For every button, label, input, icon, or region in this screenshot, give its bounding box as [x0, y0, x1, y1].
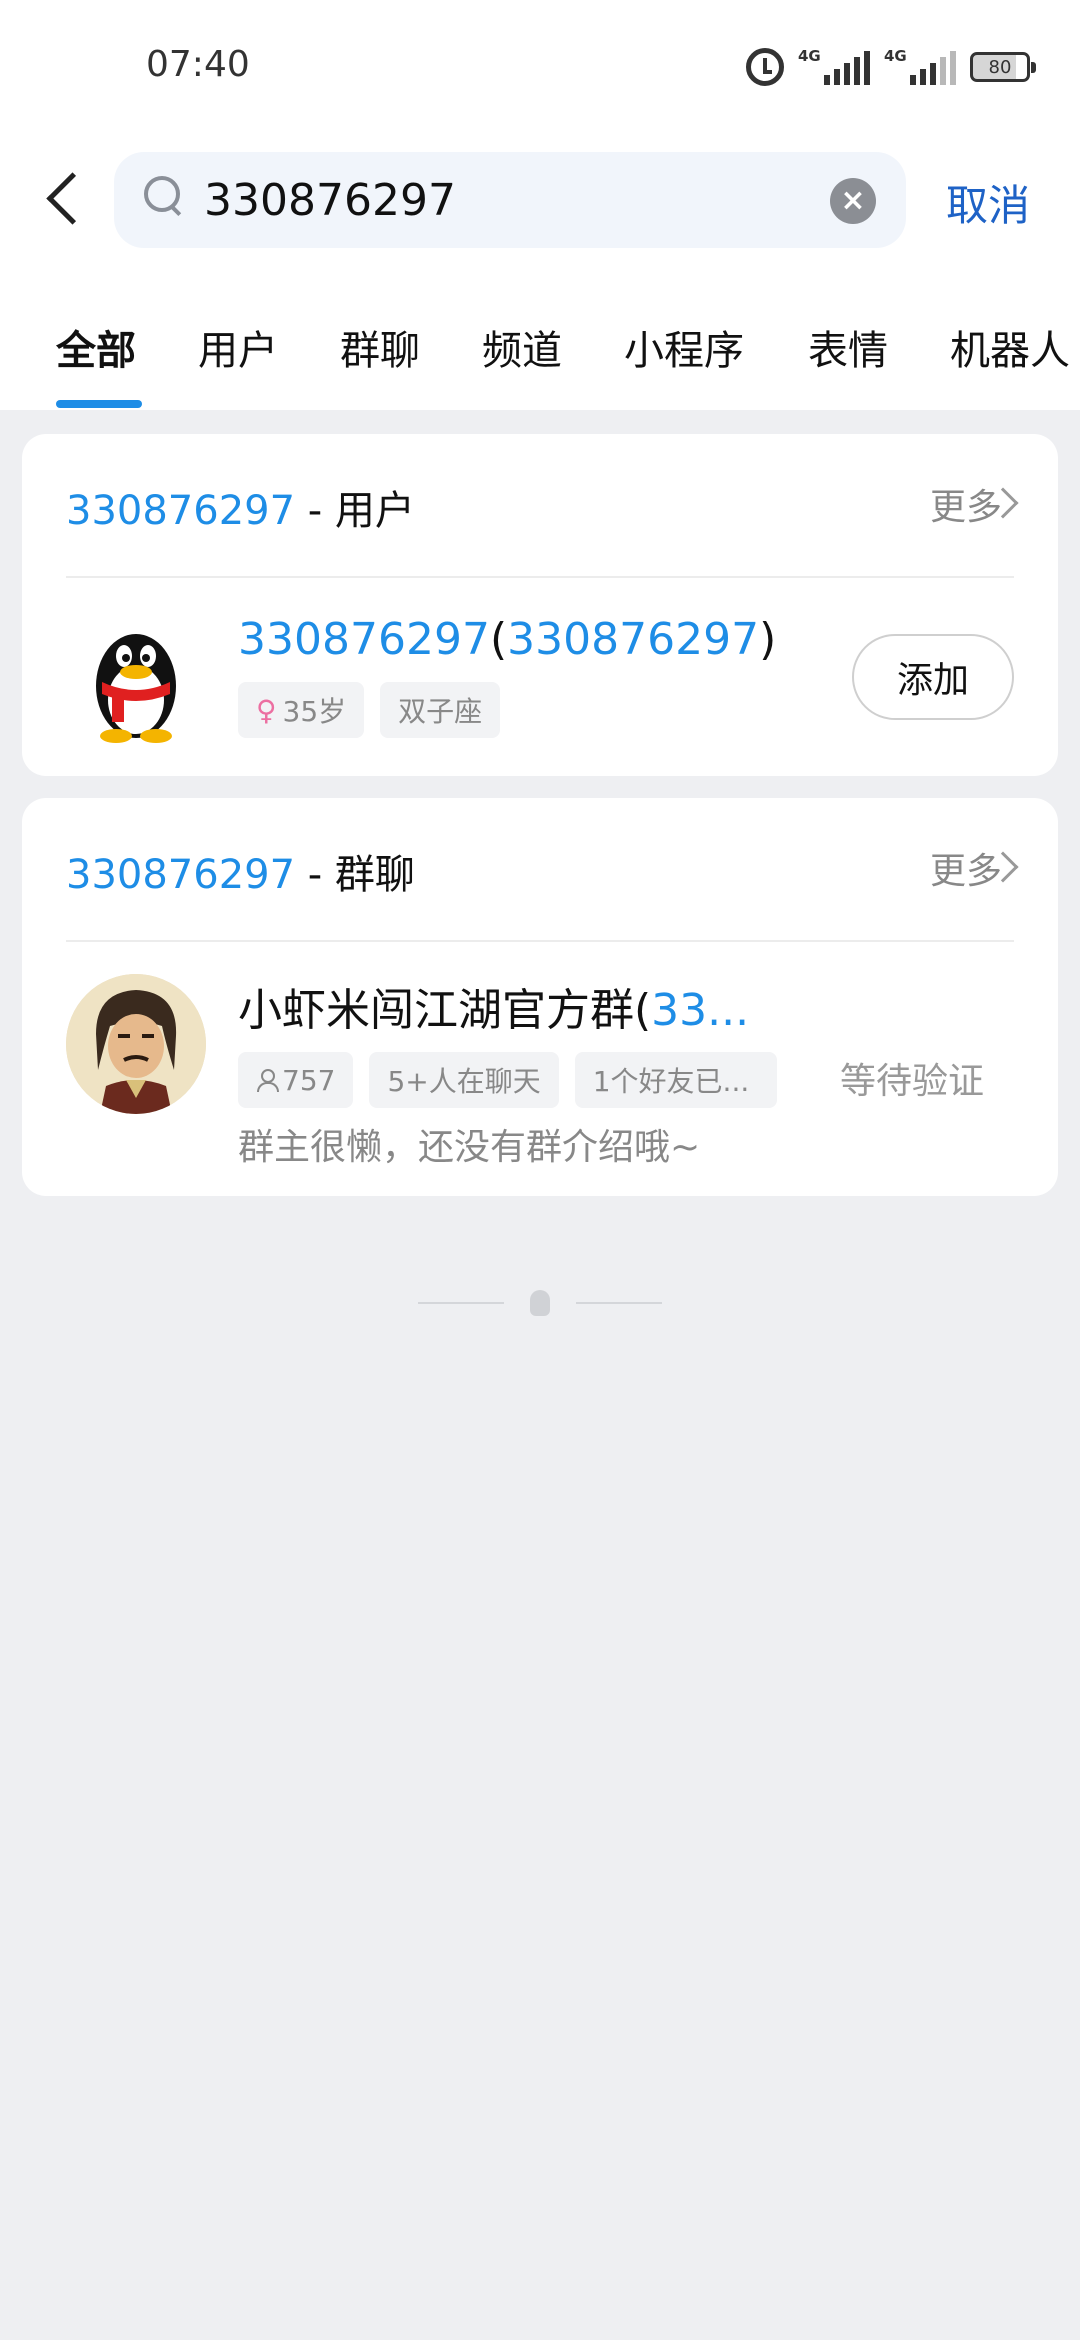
clear-icon[interactable]: × — [830, 178, 876, 224]
avatar[interactable] — [66, 974, 206, 1114]
tab-users[interactable]: 用户 — [198, 318, 278, 376]
battery-level: 80 — [988, 56, 1012, 78]
battery-icon: 80 — [970, 52, 1036, 82]
divider — [576, 1302, 662, 1304]
active-tab-indicator — [56, 400, 142, 408]
back-button[interactable] — [38, 166, 88, 232]
network-type-label: 4G — [884, 47, 907, 65]
tab-mini-programs[interactable]: 小程序 — [624, 318, 744, 376]
group-avatar-icon — [66, 974, 206, 1114]
member-count-tag: 757 — [238, 1052, 354, 1108]
group-id: 33... — [651, 985, 750, 1036]
age-label: 35岁 — [282, 695, 347, 728]
group-tags: 757 5+人在聊天 1个好友已... — [238, 1052, 777, 1108]
status-time: 07:40 — [146, 44, 250, 85]
tab-bots[interactable]: 机器人 — [950, 318, 1070, 376]
zodiac-tag: 双子座 — [380, 682, 501, 738]
member-count: 757 — [282, 1063, 336, 1097]
pending-verification-status: 等待验证 — [839, 1061, 984, 1102]
person-icon — [256, 1069, 279, 1092]
add-friend-button[interactable]: 添加 — [852, 634, 1014, 720]
tab-all[interactable]: 全部 — [56, 318, 136, 376]
user-id: 330876297 — [507, 614, 760, 665]
section-keyword: 330876297 — [66, 852, 296, 898]
divider — [66, 940, 1014, 942]
penguin-logo-icon — [530, 1290, 550, 1316]
section-keyword: 330876297 — [66, 488, 296, 534]
age-tag: ♀ 35岁 — [238, 682, 365, 738]
status-icons: 4G 4G 80 — [746, 44, 1036, 90]
paren: ( — [489, 614, 508, 665]
section-title: 330876297 - 用户 — [66, 478, 415, 536]
alarm-icon — [746, 48, 784, 86]
group-title: 小虾米闯江湖官方群( — [238, 985, 652, 1036]
signal-icon: 4G — [798, 47, 870, 85]
signal-icon: 4G — [884, 47, 956, 85]
user-results-card: 330876297 - 用户 更多 330876297(330876297) ♀… — [22, 434, 1058, 776]
qq-penguin-avatar-icon — [96, 634, 176, 743]
group-name[interactable]: 小虾米闯江湖官方群(33... — [238, 974, 749, 1038]
cancel-button[interactable]: 取消 — [946, 172, 1030, 233]
divider — [418, 1302, 504, 1304]
search-box[interactable]: × — [114, 152, 906, 248]
tab-channels[interactable]: 频道 — [482, 318, 562, 376]
tab-groups[interactable]: 群聊 — [340, 318, 420, 376]
paren: ) — [759, 614, 777, 665]
search-input[interactable] — [204, 152, 784, 248]
section-title: 330876297 - 群聊 — [66, 842, 415, 900]
user-nickname: 330876297 — [238, 614, 490, 665]
tab-stickers[interactable]: 表情 — [808, 318, 888, 376]
user-tags: ♀ 35岁 双子座 — [238, 682, 501, 738]
search-icon — [144, 176, 184, 216]
section-category: - 用户 — [307, 488, 415, 534]
group-description: 群主很懒，还没有群介绍哦~ — [238, 1127, 701, 1168]
chatting-tag: 5+人在聊天 — [369, 1052, 559, 1108]
network-type-label: 4G — [798, 47, 821, 65]
section-category: - 群聊 — [307, 852, 415, 898]
group-results-card: 330876297 - 群聊 更多 小虾米闯江湖官方群(33... 757 5+… — [22, 798, 1058, 1196]
divider — [66, 576, 1014, 578]
user-name[interactable]: 330876297(330876297) — [238, 614, 776, 665]
friends-tag: 1个好友已... — [574, 1052, 777, 1108]
header-area: 07:40 4G 4G 80 × 取消 全部 用户 群聊 频道 小程序 表情 机… — [0, 0, 1080, 410]
avatar[interactable] — [66, 608, 206, 748]
category-tabs: 全部 用户 群聊 频道 小程序 表情 机器人 — [0, 318, 1080, 398]
female-icon: ♀ — [256, 693, 277, 727]
